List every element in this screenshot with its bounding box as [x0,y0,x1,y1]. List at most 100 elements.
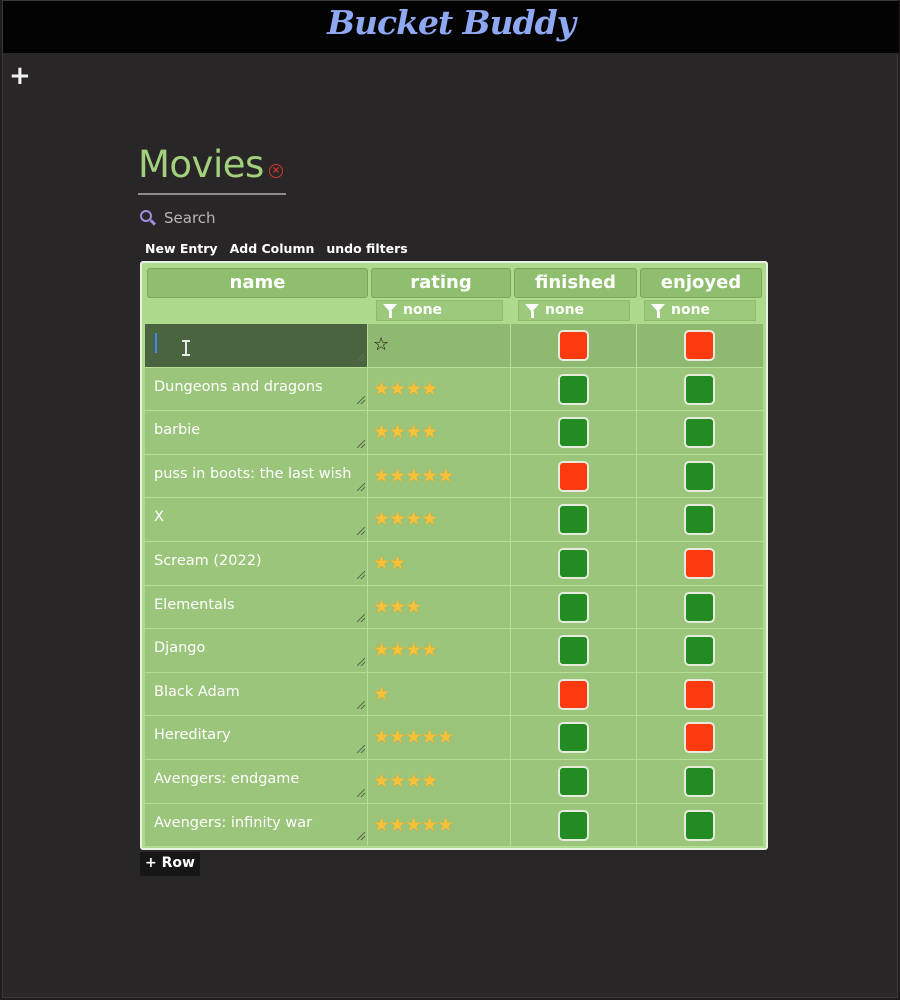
star-rating[interactable]: ★★★★ [373,378,438,400]
enjoyed-toggle[interactable] [684,504,715,536]
finished-toggle[interactable] [558,330,589,361]
enjoyed-toggle[interactable] [684,591,715,623]
finished-toggle[interactable] [558,373,589,405]
rating-cell[interactable]: ★★★ [368,585,511,630]
enjoyed-cell [637,585,763,630]
name-cell[interactable]: puss in boots: the last wish [145,454,368,499]
rating-cell[interactable]: ★★★★★ [368,454,511,499]
name-cell[interactable]: barbie [145,411,368,455]
column-header-name[interactable]: name [147,268,368,298]
new-entry-button[interactable]: New Entry [145,241,218,256]
star-rating[interactable]: ★★★★★ [373,465,454,487]
star-rating[interactable]: ★★★★★ [373,814,454,836]
undo-filters-button[interactable]: undo filters [326,241,407,256]
finished-toggle[interactable] [558,722,589,754]
resize-handle-icon[interactable] [357,483,365,492]
name-cell[interactable]: Black Adam [145,672,368,717]
name-cell[interactable]: Dungeons and dragons [145,367,368,412]
finished-toggle[interactable] [558,635,589,667]
filter-enjoyed[interactable]: none [644,300,756,321]
add-column-button[interactable]: Add Column [230,241,315,256]
filter-finished[interactable]: none [518,300,630,321]
filter-finished-value: none [545,302,585,318]
column-header-finished[interactable]: finished [514,268,637,298]
resize-handle-icon[interactable] [357,396,365,405]
resize-handle-icon[interactable] [357,439,365,448]
enjoyed-cell [637,411,763,455]
rating-cell[interactable]: ★★★★ [368,760,511,804]
star-rating[interactable]: ★★★★ [373,770,438,792]
name-cell[interactable] [145,324,368,368]
resize-handle-icon[interactable] [357,832,365,841]
name-cell[interactable]: Django [145,629,368,673]
filter-rating[interactable]: none [376,300,503,321]
finished-toggle[interactable] [558,766,589,797]
rating-cell[interactable]: ★ [368,672,511,717]
name-cell[interactable]: X [145,498,368,542]
name-cell[interactable]: Avengers: infinity war [145,803,368,848]
finished-cell [511,716,637,760]
add-row-button[interactable]: + Row [140,852,200,876]
enjoyed-toggle[interactable] [684,766,715,797]
star-rating[interactable]: ★★★★ [373,639,438,661]
finished-toggle[interactable] [558,809,589,841]
enjoyed-toggle[interactable] [684,460,715,492]
list-title[interactable]: Movies [138,143,286,187]
star-rating[interactable]: ☆ [373,334,389,356]
rating-cell[interactable]: ★★★★★ [368,716,511,760]
finished-cell [511,367,637,412]
column-header-rating[interactable]: rating [371,268,511,298]
star-rating[interactable]: ★★★★ [373,508,438,530]
enjoyed-cell [637,498,763,542]
resize-handle-icon[interactable] [357,352,365,361]
search-input[interactable] [164,209,324,227]
enjoyed-toggle[interactable] [684,722,715,754]
rating-cell[interactable]: ★★★★★ [368,803,511,848]
name-text: Django [154,640,206,657]
finished-toggle[interactable] [558,678,589,710]
finished-toggle[interactable] [558,591,589,623]
finished-cell [511,542,637,586]
name-cell[interactable]: Avengers: endgame [145,760,368,804]
rating-cell[interactable]: ★★★★ [368,498,511,542]
rating-cell[interactable]: ☆ [368,324,511,368]
rating-cell[interactable]: ★★★★ [368,367,511,412]
name-cell[interactable]: Scream (2022) [145,542,368,586]
resize-handle-icon[interactable] [357,701,365,710]
star-rating[interactable]: ★★★★ [373,421,438,443]
finished-toggle[interactable] [558,460,589,492]
enjoyed-toggle[interactable] [684,678,715,710]
enjoyed-toggle[interactable] [684,373,715,405]
finished-toggle[interactable] [558,548,589,579]
star-rating[interactable]: ★ [373,683,390,705]
resize-handle-icon[interactable] [357,526,365,535]
table-row: puss in boots: the last wish ★★★★★ [145,454,763,499]
resize-handle-icon[interactable] [357,744,365,753]
resize-handle-icon[interactable] [357,614,365,623]
star-rating[interactable]: ★★★★★ [373,726,454,748]
finished-toggle[interactable] [558,417,589,449]
enjoyed-toggle[interactable] [684,635,715,667]
enjoyed-toggle[interactable] [684,548,715,579]
rating-cell[interactable]: ★★★★ [368,411,511,455]
enjoyed-toggle[interactable] [684,417,715,449]
rating-cell[interactable]: ★★★★ [368,629,511,673]
resize-handle-icon[interactable] [357,570,365,579]
close-icon[interactable]: × [269,164,283,178]
resize-handle-icon[interactable] [357,657,365,666]
name-cell[interactable]: Hereditary [145,716,368,760]
star-rating[interactable]: ★★ [373,552,406,574]
finished-toggle[interactable] [558,504,589,536]
filter-enjoyed-value: none [671,302,711,318]
table-row: Elementals ★★★ [145,585,763,630]
star-rating[interactable]: ★★★ [373,596,422,618]
add-list-button[interactable]: + [9,63,31,89]
name-cell[interactable]: Elementals [145,585,368,630]
resize-handle-icon[interactable] [357,788,365,797]
app-title: Bucket Buddy [327,3,576,42]
column-header-enjoyed[interactable]: enjoyed [640,268,762,298]
enjoyed-cell [637,367,763,412]
rating-cell[interactable]: ★★ [368,542,511,586]
enjoyed-toggle[interactable] [684,330,715,361]
enjoyed-toggle[interactable] [684,809,715,841]
